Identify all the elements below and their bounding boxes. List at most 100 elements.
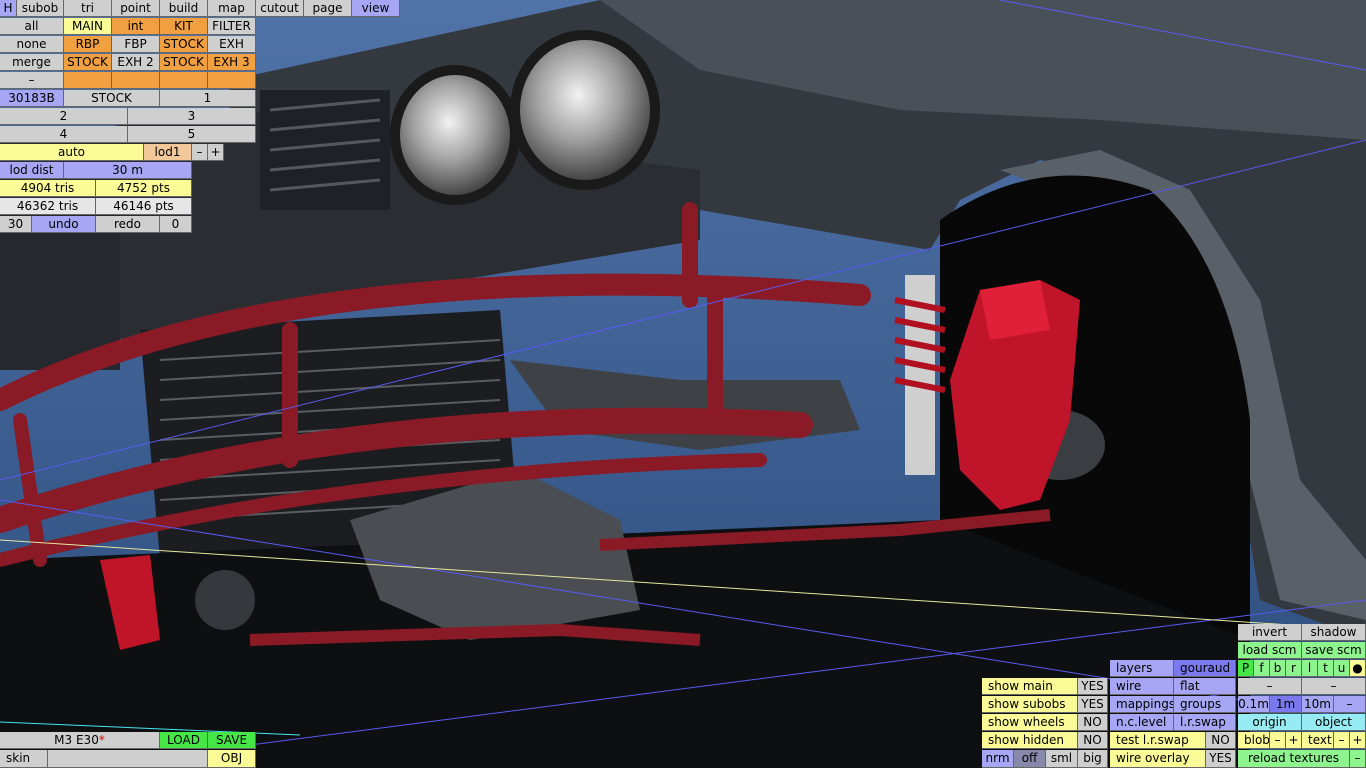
view-flag-f[interactable]: f (1254, 660, 1270, 677)
show-wheels-value[interactable]: NO (1078, 714, 1108, 731)
subob-empty-3[interactable] (160, 72, 208, 89)
view-dot-icon[interactable]: ● (1350, 660, 1366, 677)
skin-button[interactable]: skin (0, 750, 48, 768)
part-index[interactable]: 1 (160, 90, 256, 107)
subob-empty-1[interactable] (64, 72, 112, 89)
menu-tri[interactable]: tri (64, 0, 112, 17)
lod-level[interactable]: lod1 (144, 144, 192, 161)
menu-point[interactable]: point (112, 0, 160, 17)
invert-button[interactable]: invert (1238, 624, 1302, 641)
view-flag-t[interactable]: t (1318, 660, 1334, 677)
flat-button[interactable]: flat (1174, 678, 1236, 695)
page-2-button[interactable]: 2 (0, 108, 128, 125)
subob-exh2[interactable]: EXH 2 (112, 54, 160, 71)
redo-button[interactable]: redo (96, 216, 160, 233)
grid-1m[interactable]: 1m (1270, 696, 1302, 713)
page-4-button[interactable]: 4 (0, 126, 128, 143)
mappings-button[interactable]: mappings (1110, 696, 1174, 713)
test-lr-swap-value[interactable]: NO (1206, 732, 1236, 749)
subob-rbp[interactable]: RBP (64, 36, 112, 53)
origin-button[interactable]: origin (1238, 714, 1302, 731)
subob-kit[interactable]: KIT (160, 18, 208, 35)
lod-plus-button[interactable]: + (208, 144, 224, 161)
nc-level-button[interactable]: n.c.level (1110, 714, 1174, 731)
page-5-button[interactable]: 5 (128, 126, 256, 143)
select-none-button[interactable]: none (0, 36, 64, 53)
page-3-button[interactable]: 3 (128, 108, 256, 125)
show-hidden-value[interactable]: NO (1078, 732, 1108, 749)
menu-map[interactable]: map (208, 0, 256, 17)
select-all-button[interactable]: all (0, 18, 64, 35)
view-flag-b[interactable]: b (1270, 660, 1286, 677)
subob-exh[interactable]: EXH (208, 36, 256, 53)
model-name[interactable]: M3 E30* (0, 732, 160, 749)
text-plus-button[interactable]: + (1350, 732, 1366, 749)
lr-swap-button[interactable]: l.r.swap (1174, 714, 1236, 731)
groups-button[interactable]: groups (1174, 696, 1236, 713)
wire-button[interactable]: wire (1110, 678, 1174, 695)
text-minus-button[interactable]: – (1334, 732, 1350, 749)
view-flag-l[interactable]: l (1302, 660, 1318, 677)
subob-filter[interactable]: FILTER (208, 18, 256, 35)
merge-button[interactable]: merge (0, 54, 64, 71)
size-sml[interactable]: sml (1046, 750, 1078, 768)
layers-button[interactable]: layers (1110, 660, 1174, 677)
obj-export-button[interactable]: OBJ (208, 750, 256, 768)
grid-off[interactable]: – (1334, 696, 1366, 713)
blob-minus-button[interactable]: – (1270, 732, 1286, 749)
view-flag-p[interactable]: P (1238, 660, 1254, 677)
blob-plus-button[interactable]: + (1286, 732, 1302, 749)
show-main-value[interactable]: YES (1078, 678, 1108, 695)
show-subobs-value[interactable]: YES (1078, 696, 1108, 713)
view-flag-u[interactable]: u (1334, 660, 1350, 677)
lod-mode[interactable]: auto (0, 144, 144, 161)
subob-empty-4[interactable] (208, 72, 256, 89)
size-big[interactable]: big (1078, 750, 1108, 768)
subob-stock-2[interactable]: STOCK (64, 54, 112, 71)
load-button[interactable]: LOAD (160, 732, 208, 749)
shadow-button[interactable]: shadow (1302, 624, 1366, 641)
wire-overlay-toggle[interactable]: wire overlay (1110, 750, 1206, 768)
test-lr-swap-toggle[interactable]: test l.r.swap (1110, 732, 1206, 749)
show-subobs-toggle[interactable]: show subobs (982, 696, 1078, 713)
minus-button-2[interactable]: – (1302, 678, 1366, 695)
menu-cutout[interactable]: cutout (256, 0, 304, 17)
subob-empty-2[interactable] (112, 72, 160, 89)
gouraud-button[interactable]: gouraud (1174, 660, 1236, 677)
show-main-toggle[interactable]: show main (982, 678, 1078, 695)
view-flag-r[interactable]: r (1286, 660, 1302, 677)
load-scm-button[interactable]: load scm (1238, 642, 1302, 659)
wire-overlay-value[interactable]: YES (1206, 750, 1236, 768)
reload-textures-button[interactable]: reload textures (1238, 750, 1350, 768)
reload-minus-button[interactable]: – (1350, 750, 1366, 768)
object-button[interactable]: object (1302, 714, 1366, 731)
grid-0-1m[interactable]: 0.1m (1238, 696, 1270, 713)
subob-fbp[interactable]: FBP (112, 36, 160, 53)
undo-button[interactable]: undo (32, 216, 96, 233)
collapse-button[interactable]: – (0, 72, 64, 89)
part-variant[interactable]: STOCK (64, 90, 160, 107)
subob-stock-3[interactable]: STOCK (160, 54, 208, 71)
show-wheels-toggle[interactable]: show wheels (982, 714, 1078, 731)
size-off[interactable]: off (1014, 750, 1046, 768)
subob-int[interactable]: int (112, 18, 160, 35)
save-button[interactable]: SAVE (208, 732, 256, 749)
skin-field[interactable] (48, 750, 208, 768)
save-scm-button[interactable]: save scm (1302, 642, 1366, 659)
subob-exh3[interactable]: EXH 3 (208, 54, 256, 71)
subob-stock[interactable]: STOCK (160, 36, 208, 53)
menu-subob[interactable]: subob (17, 0, 64, 17)
menu-view[interactable]: view (352, 0, 400, 17)
show-hidden-toggle[interactable]: show hidden (982, 732, 1078, 749)
grid-10m[interactable]: 10m (1302, 696, 1334, 713)
redo-count: 0 (160, 216, 192, 233)
subob-main[interactable]: MAIN (64, 18, 112, 35)
help-button[interactable]: H (0, 0, 17, 17)
lod-minus-button[interactable]: – (192, 144, 208, 161)
part-code[interactable]: 30183B (0, 90, 64, 107)
minus-button-1[interactable]: – (1238, 678, 1302, 695)
menu-build[interactable]: build (160, 0, 208, 17)
lod-dist-value[interactable]: 30 m (64, 162, 192, 179)
menu-page[interactable]: page (304, 0, 352, 17)
size-nrm[interactable]: nrm (982, 750, 1014, 768)
